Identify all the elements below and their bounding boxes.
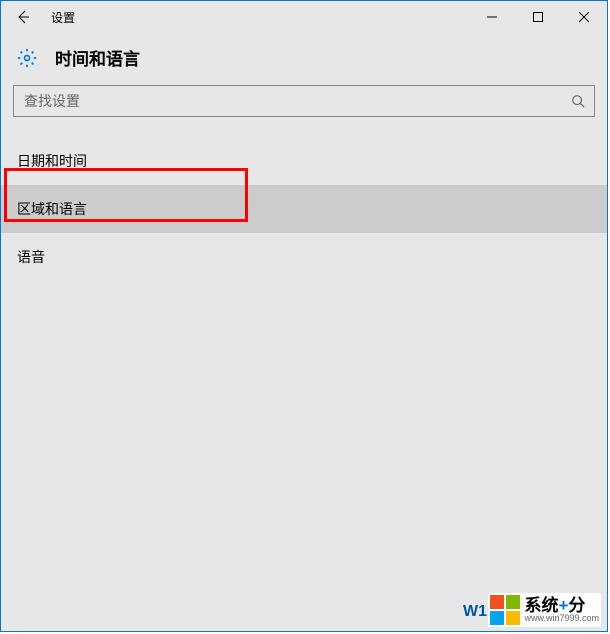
nav-item-label: 语音	[17, 247, 45, 267]
settings-window: 设置 时间和语言	[0, 0, 608, 632]
logo-square-blue	[490, 611, 504, 625]
watermark-url: www.win7999.com	[524, 614, 599, 623]
nav-item-region-language[interactable]: 区域和语言	[1, 185, 607, 233]
search-input[interactable]	[14, 93, 562, 109]
logo-square-yellow	[506, 611, 520, 625]
window-title: 设置	[45, 9, 75, 26]
nav-item-speech[interactable]: 语音	[1, 233, 607, 281]
maximize-icon	[533, 12, 543, 22]
search-row	[1, 85, 607, 137]
close-button[interactable]	[561, 1, 607, 33]
page-header: 时间和语言	[1, 33, 607, 85]
gear-icon	[17, 48, 37, 68]
nav-item-label: 区域和语言	[17, 199, 87, 219]
window-controls	[469, 1, 607, 33]
titlebar: 设置	[1, 1, 607, 33]
page-title: 时间和语言	[55, 45, 140, 70]
close-icon	[579, 12, 589, 22]
back-button[interactable]	[1, 1, 45, 33]
watermark-main-text: 系统+分	[524, 597, 599, 614]
watermark: 系统+分 www.win7999.com	[488, 593, 601, 627]
corner-text: W1	[463, 603, 487, 621]
search-icon[interactable]	[562, 86, 594, 116]
search-box[interactable]	[13, 85, 595, 117]
minimize-button[interactable]	[469, 1, 515, 33]
logo-square-green	[506, 595, 520, 609]
nav-item-label: 日期和时间	[17, 151, 87, 171]
nav-item-date-time[interactable]: 日期和时间	[1, 137, 607, 185]
logo-square-red	[490, 595, 504, 609]
maximize-button[interactable]	[515, 1, 561, 33]
nav-list: 日期和时间 区域和语言 语音	[1, 137, 607, 281]
minimize-icon	[487, 12, 497, 22]
watermark-logo-icon	[490, 595, 520, 625]
watermark-text: 系统+分 www.win7999.com	[524, 597, 599, 623]
arrow-left-icon	[15, 9, 31, 25]
